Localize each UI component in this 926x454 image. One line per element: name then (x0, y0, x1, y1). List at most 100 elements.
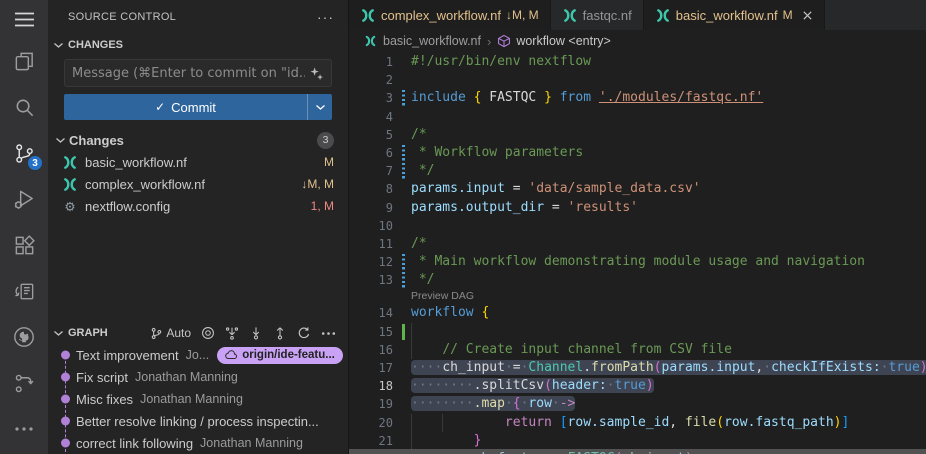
code-line[interactable]: 17····ch_input·=·Channel.fromPath(params… (349, 359, 926, 377)
code-line[interactable]: 13 */ (349, 271, 926, 289)
code-token (411, 342, 442, 357)
codelens-preview-dag[interactable]: Preview DAG (349, 289, 926, 304)
push-icon[interactable] (273, 326, 287, 340)
more-actions-icon[interactable]: ··· (317, 12, 334, 22)
auto-layout-toggle[interactable]: Auto (150, 326, 191, 340)
changed-file-row[interactable]: basic_workflow.nfM (48, 151, 348, 173)
code-line[interactable]: 7 */ (349, 162, 926, 180)
changes-tree-header[interactable]: Changes 3 (48, 129, 348, 151)
breadcrumb-symbol[interactable]: workflow <entry> (516, 34, 610, 48)
code-line[interactable]: 16 // Create input channel from CSV file (349, 341, 926, 359)
code-token: ( (544, 378, 552, 393)
search-icon[interactable] (0, 84, 48, 130)
chevron-down-icon (53, 42, 64, 49)
branch-ref-badge[interactable]: origin/ide-featu... (217, 347, 343, 364)
target-icon[interactable] (201, 326, 215, 340)
sparkle-icon[interactable] (309, 66, 324, 81)
gutter (393, 53, 411, 71)
gutter (393, 162, 411, 180)
code-line[interactable]: 6 * Workflow parameters (349, 144, 926, 162)
check-icon: ✓ (155, 100, 165, 114)
github-icon[interactable] (0, 314, 48, 360)
line-number: 1 (349, 53, 393, 71)
commit-author: Jonathan Manning (140, 392, 243, 406)
graph-section-header[interactable]: GRAPH Auto (48, 322, 348, 344)
code-line[interactable]: 3include { FASTQC } from './modules/fast… (349, 89, 926, 107)
code-line[interactable]: 19········.map·{·row·-> (349, 395, 926, 413)
code-token: #!/usr/bin/env nextflow (411, 54, 591, 69)
code-token (552, 90, 560, 105)
code-token: params.input (662, 360, 756, 375)
horizontal-scrollbar[interactable] (349, 449, 926, 454)
code-line[interactable]: 4 (349, 108, 926, 126)
code-token: include (411, 90, 466, 105)
commit-row[interactable]: Fix scriptJonathan Manning (48, 366, 348, 388)
source-control-icon[interactable]: 3 (0, 130, 48, 176)
code-token: { (481, 305, 489, 320)
close-tab-icon[interactable] (802, 10, 813, 21)
git-status-label: M (324, 155, 334, 169)
refresh-icon[interactable] (297, 326, 311, 340)
gutter (393, 199, 411, 217)
commit-button[interactable]: ✓ Commit (64, 94, 307, 120)
gear-icon: ⚙ (62, 199, 78, 214)
code-line[interactable]: 14workflow { (349, 304, 926, 322)
code-line[interactable]: 12 * Main workflow demonstrating module … (349, 253, 926, 271)
code-token (411, 415, 505, 430)
code-line[interactable]: 8params.input = 'data/sample_data.csv' (349, 180, 926, 198)
code-line[interactable]: 15 (349, 323, 926, 341)
code-content: include { FASTQC } from './modules/fastq… (411, 89, 926, 107)
commit-message-input[interactable]: Message (⌘Enter to commit on "id... (64, 59, 332, 87)
gutter (393, 271, 411, 289)
chevron-down-icon[interactable] (307, 94, 332, 120)
explorer-icon[interactable] (0, 38, 48, 84)
more-icon[interactable] (321, 331, 336, 336)
gutter (393, 126, 411, 144)
code-token: = (544, 200, 567, 215)
code-line[interactable]: 5/* (349, 126, 926, 144)
code-line[interactable]: 2 (349, 71, 926, 89)
code-editor[interactable]: 1 #!/usr/bin/env nextflow 23include { FAST… (349, 52, 926, 454)
commit-dot (61, 439, 70, 448)
source-control-graph-icon[interactable] (0, 360, 48, 406)
code-token: ] (842, 415, 850, 430)
extensions-icon[interactable] (0, 222, 48, 268)
tab-complex_workflow.nf[interactable]: complex_workflow.nf↓M, M (349, 0, 551, 30)
code-token: row (528, 396, 551, 411)
menu-icon[interactable] (0, 0, 48, 38)
gutter (393, 253, 411, 271)
commit-graph-list: Text improvementJo...origin/ide-featu...… (48, 344, 348, 454)
code-line[interactable]: 9params.output_dir = 'results' (349, 199, 926, 217)
line-number: 15 (349, 323, 393, 341)
commit-row[interactable]: Text improvementJo...origin/ide-featu... (48, 344, 348, 366)
breadcrumb-file[interactable]: basic_workflow.nf (383, 34, 481, 48)
commit-row[interactable]: Misc fixesJonathan Manning (48, 388, 348, 410)
fetch-icon[interactable] (225, 326, 239, 340)
changed-file-row[interactable]: ⚙nextflow.config1, M (48, 195, 348, 217)
code-line[interactable]: 1 #!/usr/bin/env nextflow (349, 53, 926, 71)
code-line[interactable]: 10 (349, 217, 926, 235)
code-token: ) (834, 415, 842, 430)
code-line[interactable]: 21 } (349, 432, 926, 450)
commit-row[interactable]: correct link followingJonathan Manning (48, 432, 348, 454)
tab-fastqc.nf[interactable]: fastqc.nf (551, 0, 644, 30)
changed-file-row[interactable]: complex_workflow.nf ↓M, M (48, 173, 348, 195)
more-activity-icon[interactable] (0, 406, 48, 452)
commit-row[interactable]: Better resolve linking / process inspect… (48, 410, 348, 432)
preview-icon[interactable] (0, 268, 48, 314)
tab-basic_workflow.nf[interactable]: basic_workflow.nfM (644, 0, 825, 30)
line-number: 2 (349, 71, 393, 89)
selection-highlight: ····ch_input·=·Channel.fromPath(params.i… (411, 360, 926, 375)
code-line[interactable]: 11/* (349, 235, 926, 253)
git-status-label: ↓M, M (301, 177, 334, 191)
changes-section-header[interactable]: CHANGES (48, 34, 348, 56)
code-content: ········.splitCsv(header:·true) (411, 377, 926, 395)
code-line[interactable]: 20 return [row.sample_id, file(row.fastq… (349, 414, 926, 432)
file-name: complex_workflow.nf (85, 177, 205, 192)
line-number: 9 (349, 199, 393, 217)
code-line[interactable]: 18········.splitCsv(header:·true) (349, 377, 926, 395)
run-debug-icon[interactable] (0, 176, 48, 222)
code-token: row.fastq_path (724, 415, 834, 430)
pull-icon[interactable] (249, 326, 263, 340)
activity-bar: 3 (0, 0, 48, 454)
